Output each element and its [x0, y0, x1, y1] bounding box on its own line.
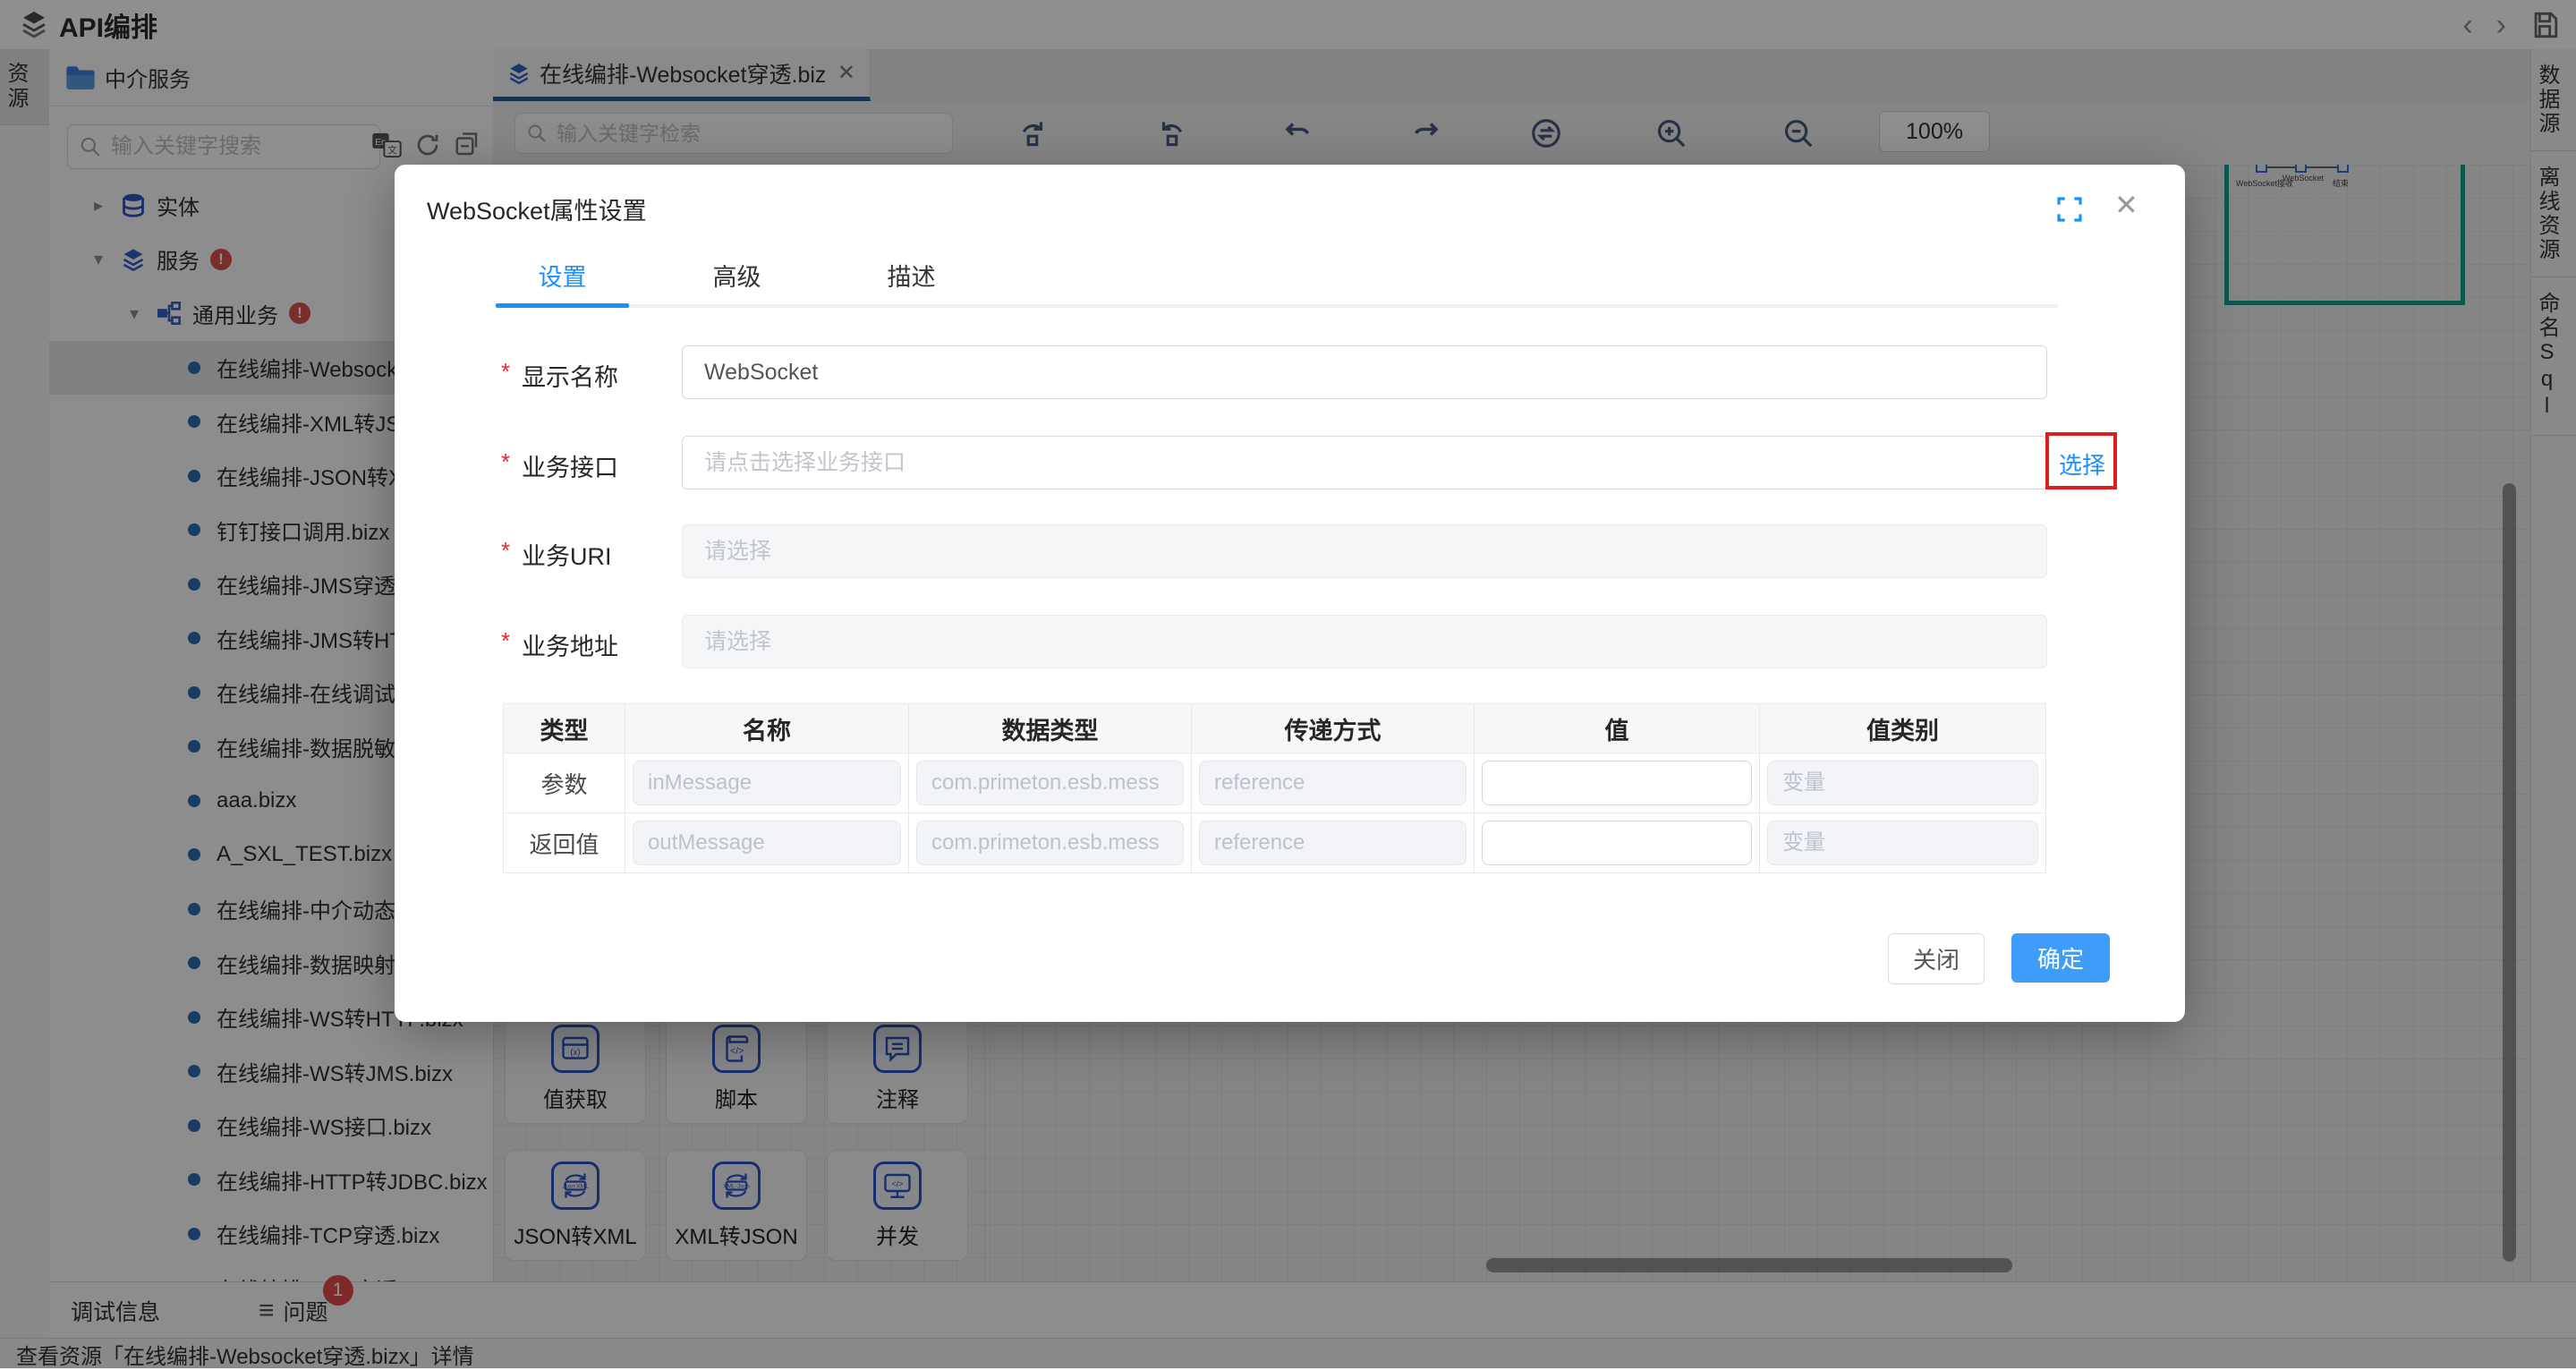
param-value-input[interactable]	[1482, 761, 1752, 805]
active-tab-underline	[496, 303, 629, 308]
confirm-button[interactable]: 确定	[2011, 933, 2110, 983]
field-row-display-name: * 显示名称	[395, 345, 2185, 399]
tab-settings[interactable]: 设置	[496, 258, 629, 293]
business-address-input[interactable]	[682, 615, 2047, 668]
modal-title: WebSocket属性设置	[427, 191, 647, 226]
modal-tabs: 设置 高级 描述	[496, 258, 1019, 293]
field-label: 业务接口	[522, 448, 618, 483]
close-icon[interactable]: ✕	[2114, 188, 2138, 222]
field-row-business-uri: * 业务URI	[395, 524, 2185, 578]
required-star: *	[501, 537, 510, 565]
param-value-category-input	[1767, 821, 2038, 865]
display-name-input[interactable]	[682, 345, 2047, 399]
field-row-business-interface: * 业务接口 选择	[395, 436, 2185, 489]
close-button[interactable]: 关闭	[1888, 933, 1985, 984]
parameters-table: 类型 名称 数据类型 传递方式 值 值类别 参数 返回值	[503, 703, 2046, 873]
param-passing-input	[1199, 821, 1467, 865]
required-star: *	[501, 448, 510, 476]
param-passing-input	[1199, 761, 1467, 805]
col-header-value: 值	[1475, 704, 1760, 753]
annotation-highlight-box	[2045, 432, 2117, 489]
table-row: 参数	[504, 753, 2046, 813]
param-data-type-input	[916, 761, 1184, 805]
col-header-data-type: 数据类型	[909, 704, 1192, 753]
field-label: 显示名称	[522, 358, 618, 393]
col-header-type: 类型	[504, 704, 625, 753]
tab-advanced[interactable]: 高级	[670, 258, 803, 293]
table-header-row: 类型 名称 数据类型 传递方式 值 值类别	[504, 704, 2046, 753]
required-star: *	[501, 358, 510, 386]
required-star: *	[501, 627, 510, 655]
param-value-input[interactable]	[1482, 821, 1752, 865]
tab-description[interactable]: 描述	[845, 258, 978, 293]
websocket-properties-modal: WebSocket属性设置 ✕ 设置 高级 描述 * 显示名称 * 业务接口 选…	[395, 165, 2185, 1022]
param-name-input	[633, 821, 901, 865]
table-row: 返回值	[504, 813, 2046, 873]
col-header-value-category: 值类别	[1760, 704, 2046, 753]
fullscreen-icon[interactable]	[2055, 195, 2084, 224]
col-header-name: 名称	[625, 704, 909, 753]
field-label: 业务地址	[522, 627, 618, 662]
param-name-input	[633, 761, 901, 805]
field-row-business-address: * 业务地址	[395, 615, 2185, 668]
field-label: 业务URI	[522, 537, 612, 572]
col-header-passing: 传递方式	[1192, 704, 1475, 753]
param-data-type-input	[916, 821, 1184, 865]
business-interface-input[interactable]	[682, 436, 2047, 489]
param-value-category-input	[1767, 761, 2038, 805]
row-type: 参数	[504, 753, 625, 813]
business-uri-input[interactable]	[682, 524, 2047, 578]
row-type: 返回值	[504, 813, 625, 873]
tabs-track	[496, 304, 2058, 308]
